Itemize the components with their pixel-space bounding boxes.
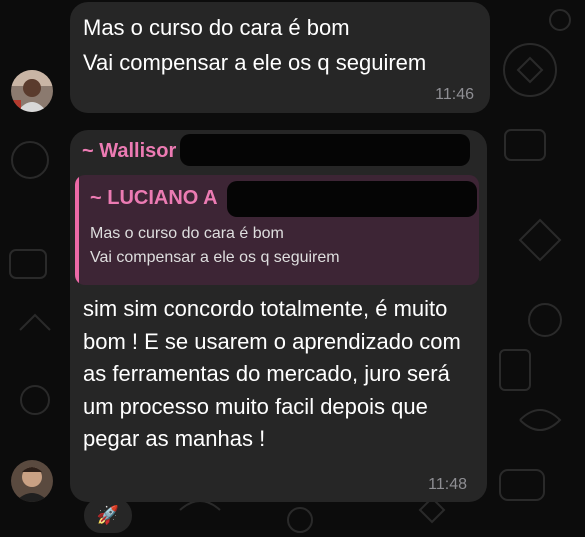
reply-accent-bar xyxy=(75,175,79,285)
redaction-mark xyxy=(180,134,470,166)
reaction-rocket[interactable]: 🚀 xyxy=(84,498,132,533)
reply-line: Vai compensar a ele os q seguirem xyxy=(90,249,340,266)
message-text-1: Mas o curso do cara é bom Vai compensar … xyxy=(83,10,426,80)
message-line: Mas o curso do cara é bom xyxy=(83,15,350,40)
message-text-2: sim sim concordo totalmente, é muito bom… xyxy=(83,296,461,451)
reply-text: Mas o curso do cara é bom Vai compensar … xyxy=(90,222,340,270)
avatar-sender-1[interactable] xyxy=(11,70,53,112)
quoted-reply[interactable]: ~ LUCIANO A Mas o curso do cara é bom Va… xyxy=(75,175,479,285)
sender-name[interactable]: ~ Wallisor xyxy=(82,140,176,163)
message-bubble-1[interactable]: Mas o curso do cara é bom Vai compensar … xyxy=(70,2,490,113)
redaction-mark xyxy=(227,181,477,217)
reply-line: Mas o curso do cara é bom xyxy=(90,225,284,242)
message-line: Vai compensar a ele os q seguirem xyxy=(83,50,427,75)
avatar-sender-2[interactable] xyxy=(11,460,53,502)
message-timestamp: 11:48 xyxy=(428,476,467,493)
message-timestamp: 11:46 xyxy=(435,86,474,103)
rocket-icon: 🚀 xyxy=(96,505,120,525)
reply-sender-name: ~ LUCIANO A xyxy=(90,187,218,209)
message-bubble-2[interactable]: ~ Wallisor ~ LUCIANO A Mas o curso do ca… xyxy=(70,130,487,502)
